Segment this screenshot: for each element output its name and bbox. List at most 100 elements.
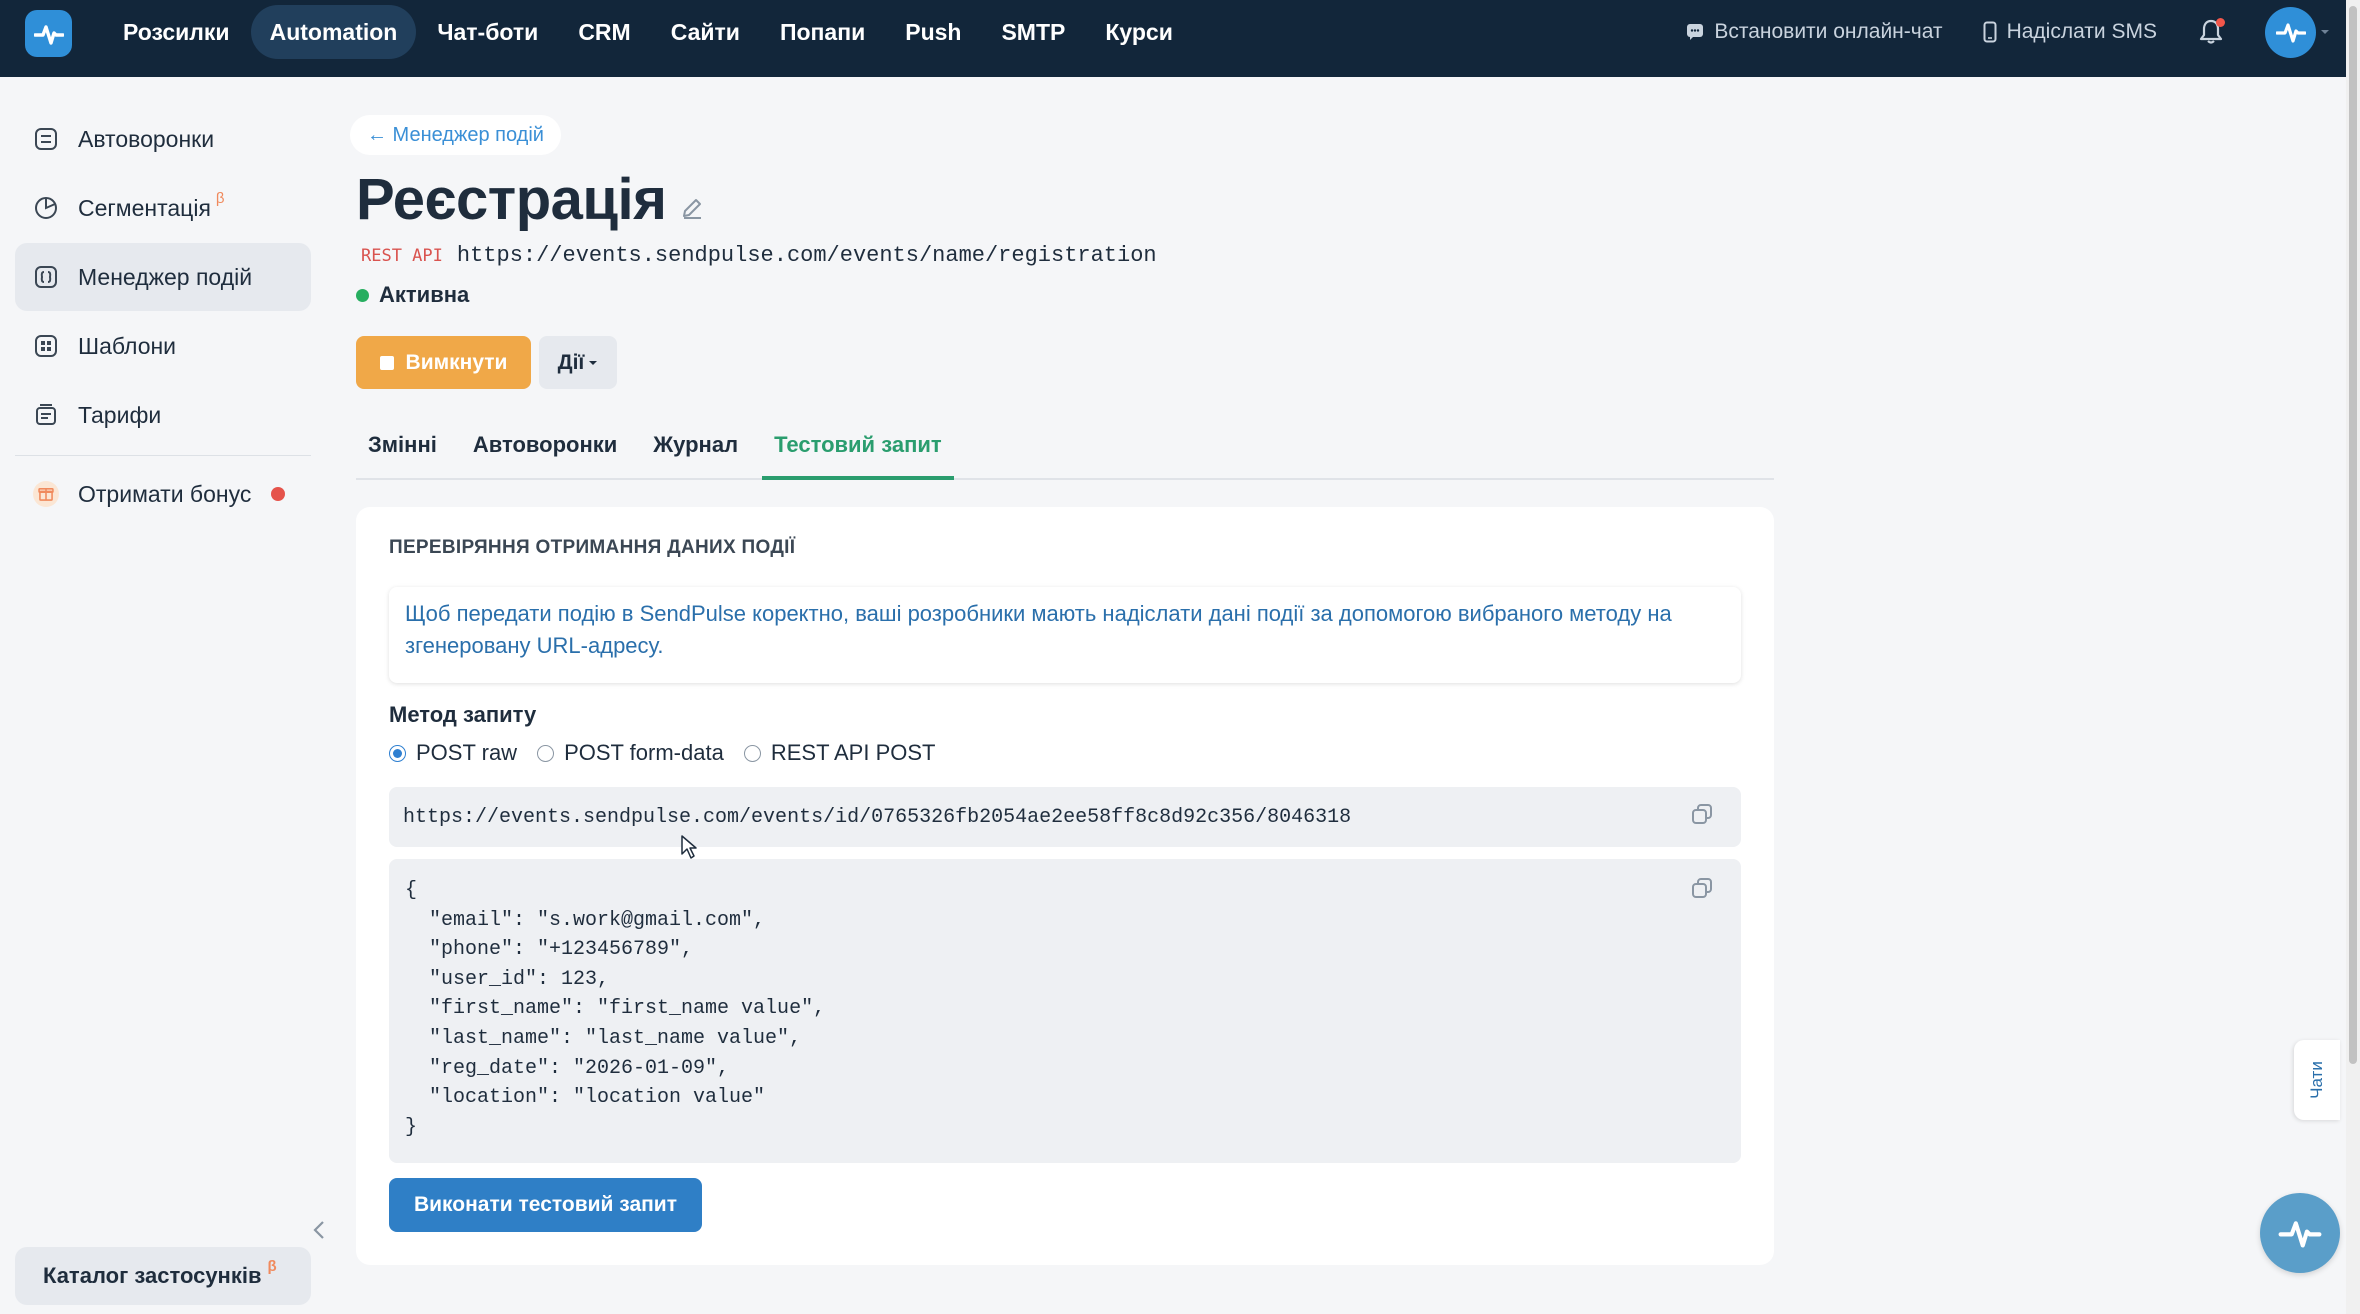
page-title: Реєстрація: [356, 167, 667, 232]
nav-item-sites[interactable]: Сайти: [652, 5, 759, 59]
chat-widget-button[interactable]: [2260, 1193, 2340, 1273]
radio-label: POST form-data: [564, 740, 724, 765]
edit-pencil-icon[interactable]: [681, 197, 703, 224]
sidebar-item-label: Менеджер подій: [78, 263, 253, 290]
rest-api-row: REST API https://events.sendpulse.com/ev…: [361, 243, 1157, 268]
run-test-request-button[interactable]: Виконати тестовий запит: [389, 1178, 702, 1232]
status-active-dot: [356, 288, 369, 302]
radio-label: POST raw: [416, 740, 518, 765]
disable-button-label: Вимкнути: [405, 350, 508, 374]
sidebar-divider: [15, 455, 311, 456]
bonus-notification-dot: [271, 487, 285, 501]
sidebar-item-label: Сегментація: [78, 194, 211, 221]
top-navigation-bar: Розсилки Automation Чат-боти CRM Сайти П…: [0, 0, 2360, 77]
pulse-logo-icon: [33, 24, 64, 45]
tab-funnels[interactable]: Автоворонки: [461, 412, 629, 478]
sidebar-item-funnels[interactable]: Автоворонки: [15, 105, 311, 173]
request-method-label: Метод запиту: [389, 702, 537, 727]
phone-icon: [1983, 21, 1997, 43]
nav-item-mailings[interactable]: Розсилки: [104, 5, 249, 59]
sidebar-item-segmentation[interactable]: Сегментація β: [15, 174, 311, 242]
notifications-bell[interactable]: [2197, 18, 2225, 46]
json-payload-code[interactable]: { "email": "s.work@gmail.com", "phone": …: [389, 859, 1741, 1163]
card-heading: ПЕРЕВІРЯННЯ ОТРИМАННЯ ДАНИХ ПОДІЇ: [389, 537, 796, 558]
info-box: Щоб передати подію в SendPulse коректно,…: [389, 587, 1741, 683]
nav-item-smtp[interactable]: SMTP: [982, 5, 1084, 59]
json-payload-text: { "email": "s.work@gmail.com", "phone": …: [405, 879, 826, 1139]
install-chat-label: Встановити онлайн-чат: [1714, 20, 1943, 43]
sidebar-item-event-manager[interactable]: Менеджер подій: [15, 243, 311, 311]
avatar: [2265, 6, 2316, 58]
top-nav-menu: Розсилки Automation Чат-боти CRM Сайти П…: [104, 0, 1192, 64]
beta-badge: β: [215, 189, 225, 207]
sidebar-item-get-bonus[interactable]: Отримати бонус: [15, 460, 311, 528]
templates-icon: [33, 333, 59, 359]
endpoint-url-text: https://events.sendpulse.com/events/id/0…: [403, 805, 1352, 829]
send-sms-link[interactable]: Надіслати SMS: [1983, 20, 2157, 44]
chats-side-tab[interactable]: Чати: [2294, 1040, 2340, 1120]
scrollbar-thumb[interactable]: [2349, 6, 2357, 1064]
nav-item-push[interactable]: Push: [886, 5, 980, 59]
breadcrumb-back-link[interactable]: ← Менеджер подій: [350, 115, 561, 155]
status-row: Активна: [356, 282, 469, 308]
rest-api-url[interactable]: https://events.sendpulse.com/events/name…: [457, 243, 1157, 268]
send-sms-label: Надіслати SMS: [2006, 20, 2157, 43]
nav-item-courses[interactable]: Курси: [1086, 5, 1192, 59]
sidebar-item-label: Отримати бонус: [78, 480, 252, 507]
request-method-radios: POST raw POST form-data REST API POST: [389, 740, 935, 766]
test-request-card: ПЕРЕВІРЯННЯ ОТРИМАННЯ ДАНИХ ПОДІЇ Щоб пе…: [356, 507, 1774, 1265]
copy-payload-icon[interactable]: [1691, 877, 1713, 910]
radio-label: REST API POST: [770, 740, 936, 765]
radio-button-checked[interactable]: [389, 744, 406, 762]
stop-icon: [379, 355, 394, 370]
chats-tab-label: Чати: [2306, 1061, 2326, 1099]
beta-badge: β: [267, 1257, 277, 1275]
page-scrollbar[interactable]: [2346, 0, 2360, 1314]
app-catalog-label: Каталог застосунків: [43, 1263, 262, 1288]
rest-api-tag: REST API: [361, 246, 443, 266]
chevron-down-icon: [2321, 30, 2329, 34]
install-chat-link[interactable]: Встановити онлайн-чат: [1686, 20, 1943, 44]
sidebar-item-label: Автоворонки: [78, 125, 215, 152]
top-right-actions: Встановити онлайн-чат Надіслати SMS: [1686, 0, 2330, 64]
account-menu[interactable]: [2265, 6, 2330, 58]
status-badge: Активна: [379, 282, 470, 307]
endpoint-url-field[interactable]: https://events.sendpulse.com/events/id/0…: [389, 787, 1741, 847]
collapse-sidebar-button[interactable]: [307, 1218, 331, 1242]
radio-post-form-data[interactable]: POST form-data: [537, 740, 724, 766]
pulse-avatar-icon: [2275, 23, 2306, 43]
copy-url-icon[interactable]: [1691, 803, 1713, 832]
disable-button[interactable]: Вимкнути: [356, 336, 531, 389]
sidebar-item-label: Тарифи: [78, 401, 162, 428]
gift-icon: [33, 481, 59, 507]
pie-chart-icon: [33, 195, 59, 221]
mouse-cursor-icon: [680, 834, 698, 865]
nav-item-popups[interactable]: Попапи: [761, 5, 884, 59]
tab-test-request[interactable]: Тестовий запит: [762, 412, 954, 480]
sidebar-item-templates[interactable]: Шаблони: [15, 312, 311, 380]
tab-log[interactable]: Журнал: [641, 412, 750, 478]
notification-dot: [2216, 18, 2225, 27]
pulse-chat-icon: [2278, 1221, 2322, 1248]
radio-button[interactable]: [537, 744, 555, 762]
page-title-row: Реєстрація: [356, 166, 703, 233]
sidebar: Автоворонки Сегментація β Менеджер подій…: [0, 77, 324, 1314]
funnel-icon: [33, 126, 59, 152]
sendpulse-logo[interactable]: [25, 10, 72, 57]
event-manager-icon: [33, 264, 59, 290]
app-catalog-button[interactable]: Каталог застосунків β: [15, 1247, 311, 1305]
radio-rest-api-post[interactable]: REST API POST: [743, 740, 936, 766]
actions-button-label: Дії: [557, 350, 585, 374]
radio-post-raw[interactable]: POST raw: [389, 740, 517, 766]
actions-dropdown-button[interactable]: Дії: [539, 336, 617, 389]
nav-item-automation[interactable]: Automation: [250, 5, 417, 59]
caret-down-icon: [589, 360, 598, 365]
tab-variables[interactable]: Змінні: [356, 412, 449, 478]
event-tabs: Змінні Автоворонки Журнал Тестовий запит: [356, 412, 1774, 480]
nav-item-crm[interactable]: CRM: [559, 5, 649, 59]
sidebar-item-tariffs[interactable]: Тарифи: [15, 381, 311, 449]
radio-button[interactable]: [743, 744, 761, 762]
sidebar-item-label: Шаблони: [78, 332, 177, 359]
nav-item-chatbots[interactable]: Чат-боти: [418, 5, 557, 59]
tariffs-icon: [33, 402, 59, 428]
